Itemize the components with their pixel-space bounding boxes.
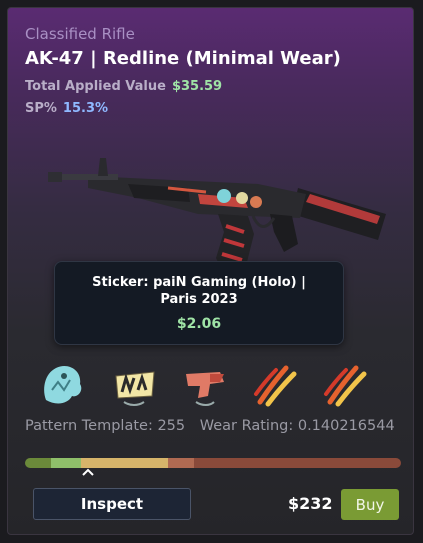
applied-value-row: Total Applied Value $35.59	[25, 79, 222, 94]
wear-segment	[51, 458, 82, 468]
sp-value: 15.3%	[62, 101, 109, 116]
sp-label: SP%	[25, 101, 57, 116]
pain-gaming-holo-sticker-icon[interactable]	[38, 360, 88, 410]
claw-sticker-icon[interactable]	[320, 360, 370, 410]
wear-segment	[167, 458, 195, 468]
claw-sticker-icon[interactable]	[250, 360, 300, 410]
listing-price: $232	[288, 494, 333, 513]
wear-segment	[194, 458, 401, 468]
float-info: Pattern Template: 255 Wear Rating: 0.140…	[25, 418, 395, 434]
tooltip-sticker-price: $2.06	[176, 316, 222, 332]
wear-segment	[25, 458, 52, 468]
buy-button[interactable]: Buy	[341, 489, 399, 520]
wear-value: 0.140216544	[297, 418, 395, 434]
pattern-value: 255	[157, 418, 186, 434]
sticker-row	[38, 360, 368, 410]
applied-value: $35.59	[171, 79, 223, 94]
applied-value-label: Total Applied Value	[25, 79, 166, 94]
item-rarity: Classified Rifle	[25, 25, 135, 43]
pattern-label: Pattern Template:	[25, 418, 153, 434]
inspect-button[interactable]: Inspect	[33, 488, 191, 520]
ak47-redline-rifle-icon	[48, 158, 386, 274]
sp-row: SP% 15.3%	[25, 101, 108, 116]
tooltip-sticker-name: Sticker: paiN Gaming (Holo) | Paris 2023	[92, 275, 306, 307]
item-title: AK-47 | Redline (Minimal Wear)	[25, 48, 341, 69]
wear-label: Wear Rating:	[199, 418, 294, 434]
wear-marker-icon	[82, 468, 94, 476]
fpx-sticker-icon[interactable]	[180, 360, 230, 410]
sticker-tooltip: Sticker: paiN Gaming (Holo) | Paris 2023…	[54, 261, 344, 345]
navi-sticker-icon[interactable]	[110, 360, 160, 410]
item-card: Classified Rifle AK-47 | Redline (Minima…	[7, 7, 414, 535]
